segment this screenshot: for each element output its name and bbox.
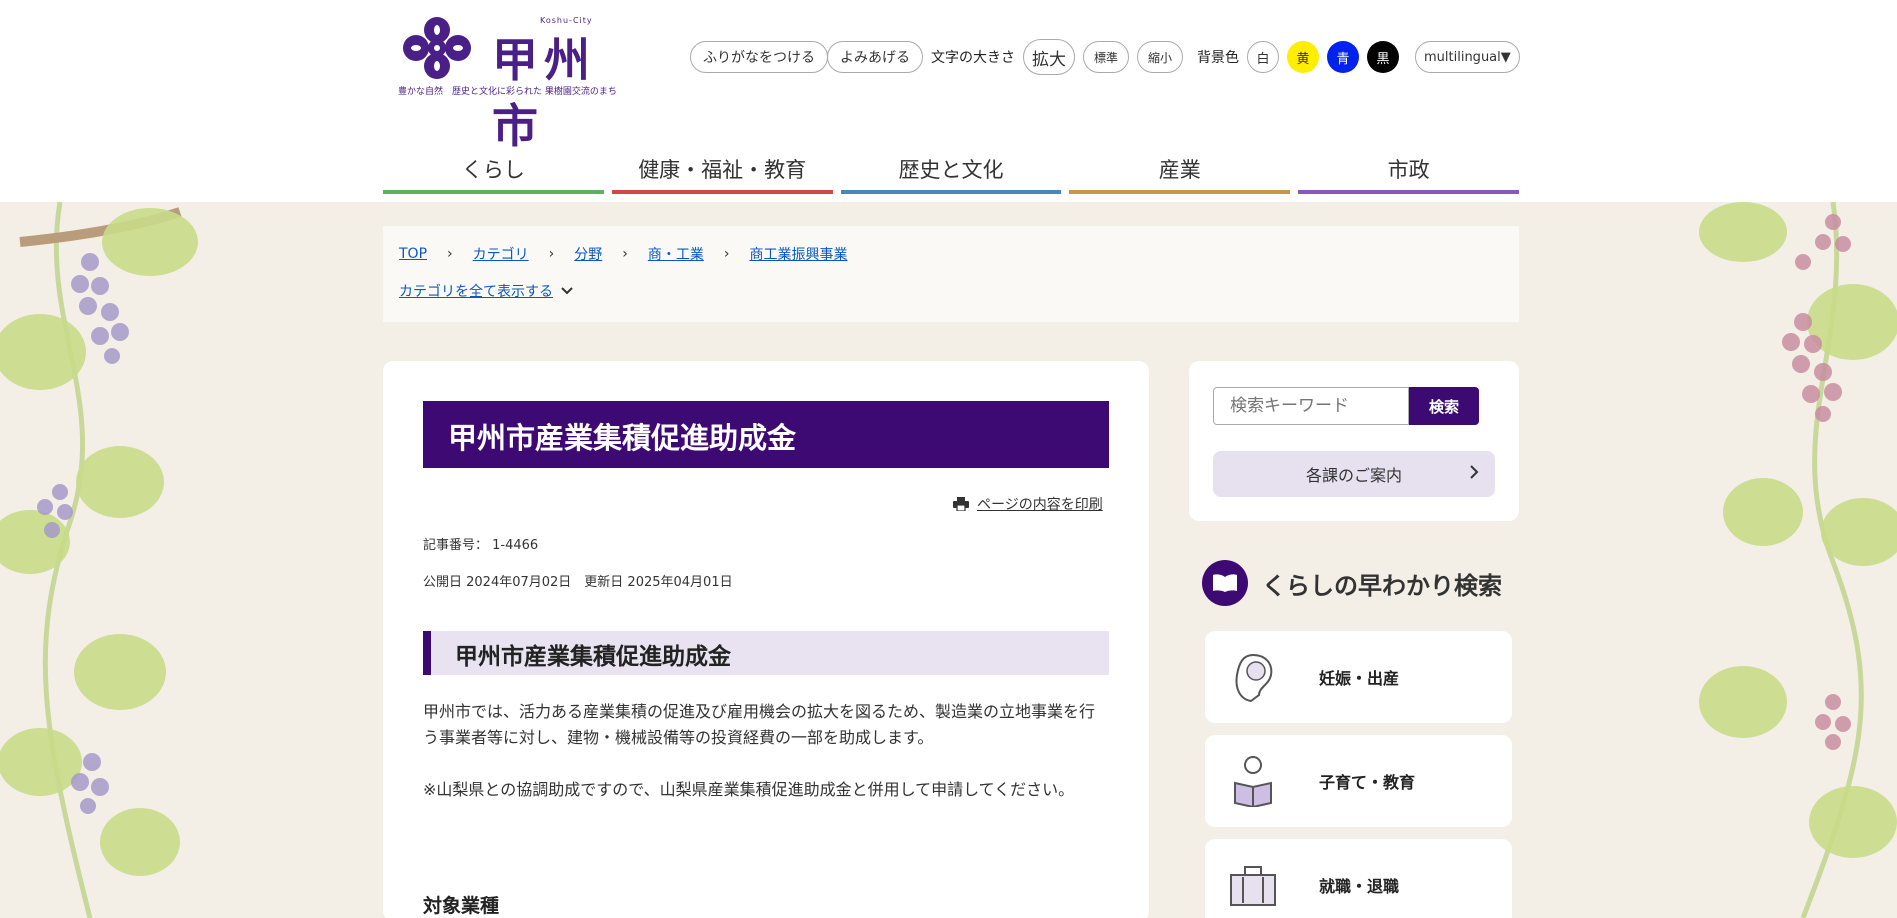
breadcrumb-item-commerce[interactable]: 商・工業: [648, 244, 704, 264]
article-body-paragraph: 甲州市では、活力ある産業集積の促進及び雇用機会の拡大を図るため、製造業の立地事業…: [423, 702, 1096, 747]
breadcrumb-item-top[interactable]: TOP: [399, 246, 427, 262]
bg-white-button[interactable]: 白: [1247, 41, 1279, 73]
show-all-categories-label: カテゴリを全て表示する: [399, 284, 553, 300]
quick-item-employment-label: 就職・退職: [1319, 877, 1400, 896]
read-aloud-label: よみあげる: [827, 41, 923, 73]
chevron-right-icon: ›: [447, 246, 453, 262]
site-header: Koshu-City 甲州市 豊かな自然 歴史と文化に彩られた 果樹園交流のまち…: [0, 0, 1897, 202]
article-note-paragraph: ※山梨県との協調助成ですので、山梨県産業集積促進助成金と併用して申請してください…: [423, 780, 1075, 799]
article-panel: 甲州市産業集積促進助成金 ページの内容を印刷 記事番号： 1-4466 公開日 …: [383, 361, 1149, 918]
printer-icon: [953, 497, 969, 511]
furigana-label: ふりがなをつける: [690, 41, 828, 73]
bg-color-controls: 背景色 白 黄 青 黒: [1197, 41, 1399, 73]
multilingual-label: multilingual▼: [1415, 41, 1520, 73]
quick-item-childcare[interactable]: 子育て・教育: [1205, 735, 1512, 827]
chevron-right-icon: [1470, 465, 1479, 479]
read-aloud-button[interactable]: よみあげる: [827, 41, 923, 73]
departments-guide-label: 各課のご案内: [1305, 466, 1402, 485]
text-size-small-button[interactable]: 縮小: [1137, 41, 1184, 73]
quick-search-title: くらしの早わかり検索: [1262, 571, 1502, 600]
bg-yellow-button[interactable]: 黄: [1287, 41, 1319, 73]
nav-item-history[interactable]: 歴史と文化: [840, 148, 1062, 194]
text-size-large-button[interactable]: 拡大: [1023, 39, 1075, 75]
chevron-right-icon: ›: [622, 246, 628, 262]
bg-black-button[interactable]: 黒: [1367, 41, 1399, 73]
nav-item-industry[interactable]: 産業: [1069, 148, 1291, 194]
show-all-categories-link[interactable]: カテゴリを全て表示する: [399, 281, 573, 301]
logo-tagline: 豊かな自然 歴史と文化に彩られた 果樹園交流のまち: [398, 87, 617, 97]
city-emblem-icon: [403, 17, 471, 79]
quick-item-childcare-label: 子育て・教育: [1319, 773, 1416, 792]
bg-color-label: 背景色: [1197, 50, 1239, 66]
nav-item-government[interactable]: 市政: [1298, 148, 1519, 194]
breadcrumb-item-promotion[interactable]: 商工業振興事業: [749, 244, 847, 264]
search-button[interactable]: 検索: [1409, 387, 1479, 425]
global-nav: くらし 健康・福祉・教育 歴史と文化 産業 市政: [383, 148, 1519, 194]
quick-search-header: くらしの早わかり検索: [1202, 560, 1502, 606]
grape-vine-left-decoration: [0, 202, 198, 918]
chevron-right-icon: ›: [548, 246, 555, 262]
grape-vine-right-decoration: [1699, 202, 1897, 918]
target-industries-heading: 対象業種: [423, 895, 500, 917]
briefcase-icon: [1230, 866, 1276, 906]
book-icon: [1202, 560, 1248, 606]
multilingual-dropdown[interactable]: multilingual▼: [1415, 41, 1520, 73]
chevron-right-icon: ›: [723, 246, 730, 262]
print-page-label: ページの内容を印刷: [977, 497, 1103, 513]
article-dates: 公開日 2024年07月02日 更新日 2025年04月01日: [423, 575, 733, 590]
departments-guide-button[interactable]: 各課のご案内: [1213, 451, 1495, 497]
breadcrumb: TOP › カテゴリ › 分野 › 商・工業 › 商工業振興事業 カテゴリを全て…: [383, 226, 1519, 322]
text-size-controls: 文字の大きさ 拡大 標準 縮小: [931, 39, 1184, 75]
quick-item-pregnancy-label: 妊娠・出産: [1319, 669, 1400, 688]
article-number: 記事番号： 1-4466: [423, 538, 539, 553]
nav-item-health[interactable]: 健康・福祉・教育: [611, 148, 833, 194]
print-page-link[interactable]: ページの内容を印刷: [953, 494, 1103, 514]
chevron-down-icon: [561, 287, 573, 295]
reading-child-icon: [1234, 756, 1272, 807]
breadcrumb-item-field[interactable]: 分野: [574, 244, 602, 264]
breadcrumb-item-category[interactable]: カテゴリ: [473, 244, 529, 264]
quick-item-pregnancy[interactable]: 妊娠・出産: [1205, 631, 1512, 723]
quick-item-employment[interactable]: 就職・退職: [1205, 839, 1512, 918]
pregnancy-icon: [1235, 653, 1273, 703]
site-logo[interactable]: Koshu-City 甲州市 豊かな自然 歴史と文化に彩られた 果樹園交流のまち: [394, 14, 644, 153]
furigana-button[interactable]: ふりがなをつける: [690, 41, 828, 73]
section-heading: 甲州市産業集積促進助成金: [423, 631, 1109, 675]
page-title: 甲州市産業集積促進助成金: [423, 401, 1109, 468]
text-size-normal-button[interactable]: 標準: [1083, 41, 1130, 73]
bg-blue-button[interactable]: 青: [1327, 41, 1359, 73]
breadcrumb-trail: TOP › カテゴリ › 分野 › 商・工業 › 商工業振興事業: [399, 244, 847, 264]
sidebar-search-panel: 検索 各課のご案内: [1189, 361, 1519, 521]
nav-item-kurashi[interactable]: くらし: [383, 148, 604, 194]
text-size-label: 文字の大きさ: [931, 50, 1015, 66]
search-input[interactable]: [1213, 387, 1409, 425]
